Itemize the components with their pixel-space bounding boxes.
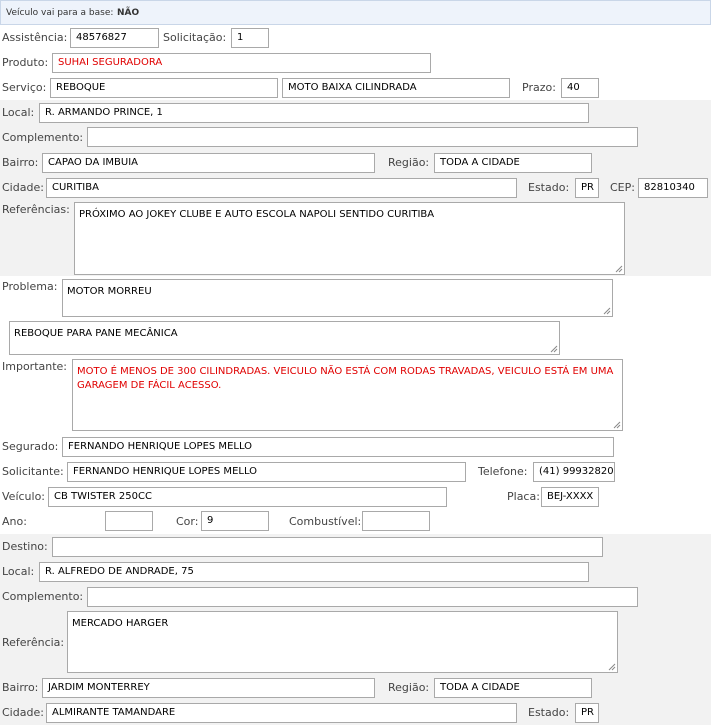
destino-estado-label: Estado:	[528, 706, 570, 719]
solicitacao-label: Solicitação:	[163, 31, 227, 44]
destino-estado-field[interactable]: PR	[575, 703, 599, 723]
problema-textarea[interactable]: MOTOR MORREU	[62, 279, 613, 317]
origem-local-field[interactable]: R. ARMANDO PRINCE, 1	[39, 103, 589, 123]
origem-complemento-label: Complemento:	[2, 131, 84, 144]
destino-bairro-label: Bairro:	[2, 681, 39, 694]
destino-regiao-field[interactable]: TODA A CIDADE	[434, 678, 592, 698]
solicitacao-field[interactable]: 1	[231, 28, 269, 48]
origem-estado-field[interactable]: PR	[575, 178, 599, 198]
segurado-field[interactable]: FERNANDO HENRIQUE LOPES MELLO	[62, 437, 614, 457]
origem-regiao-label: Região:	[388, 156, 430, 169]
origem-complemento-field[interactable]	[87, 127, 638, 147]
resize-grip-icon[interactable]	[608, 663, 616, 671]
cor-label: Cor:	[176, 515, 199, 528]
produto-label: Produto:	[2, 56, 49, 69]
destino-field[interactable]	[52, 537, 603, 557]
problema-label: Problema:	[2, 280, 58, 293]
base-status-value: NÃO	[117, 8, 140, 18]
origem-estado-label: Estado:	[528, 181, 570, 194]
problema-detail-textarea[interactable]: REBOQUE PARA PANE MECÂNICA	[9, 321, 560, 355]
servico-label: Serviço:	[2, 81, 47, 94]
origem-regiao-field[interactable]: TODA A CIDADE	[434, 153, 592, 173]
importante-label: Importante:	[2, 360, 68, 373]
problema-text: MOTOR MORREU	[67, 286, 152, 297]
origem-referencias-textarea[interactable]: PRÓXIMO AO JOKEY CLUBE E AUTO ESCOLA NAP…	[74, 202, 625, 275]
origem-cidade-field[interactable]: CURITIBA	[46, 178, 517, 198]
destino-bairro-field[interactable]: JARDIM MONTERREY	[42, 678, 375, 698]
resize-grip-icon[interactable]	[603, 307, 611, 315]
combustivel-field[interactable]	[362, 511, 430, 531]
destino-regiao-label: Região:	[388, 681, 430, 694]
telefone-field[interactable]: (41) 999328202	[533, 462, 615, 482]
destino-local-field[interactable]: R. ALFREDO DE ANDRADE, 75	[39, 562, 589, 582]
problema-detail-text: REBOQUE PARA PANE MECÂNICA	[14, 328, 178, 339]
prazo-field[interactable]: 40	[561, 78, 599, 98]
destino-local-label: Local:	[2, 565, 35, 578]
origem-cep-label: CEP:	[610, 181, 635, 194]
segurado-label: Segurado:	[2, 440, 59, 453]
produto-field[interactable]: SUHAI SEGURADORA	[52, 53, 431, 73]
origem-bairro-field[interactable]: CAPAO DA IMBUIA	[42, 153, 375, 173]
origem-local-label: Local:	[2, 106, 35, 119]
combustivel-label: Combustível:	[289, 515, 362, 528]
destino-complemento-label: Complemento:	[2, 590, 84, 603]
origem-bairro-label: Bairro:	[2, 156, 39, 169]
veiculo-label: Veículo:	[2, 490, 46, 503]
resize-grip-icon[interactable]	[550, 345, 558, 353]
assistencia-field[interactable]: 48576827	[70, 28, 159, 48]
destino-cidade-label: Cidade:	[2, 706, 44, 719]
prazo-label: Prazo:	[522, 81, 556, 94]
destino-referencia-textarea[interactable]: MERCADO HARGER	[67, 611, 618, 673]
resize-grip-icon[interactable]	[615, 265, 623, 273]
solicitante-field[interactable]: FERNANDO HENRIQUE LOPES MELLO	[67, 462, 466, 482]
origem-cidade-label: Cidade:	[2, 181, 44, 194]
destino-complemento-field[interactable]	[87, 587, 638, 607]
origem-cep-field[interactable]: 82810340	[638, 178, 708, 198]
destino-referencia-label: Referência:	[2, 636, 65, 649]
resize-grip-icon[interactable]	[613, 421, 621, 429]
importante-textarea[interactable]: MOTO É MENOS DE 300 CILINDRADAS. VEICULO…	[72, 359, 623, 431]
ano-field[interactable]	[105, 511, 153, 531]
origem-referencias-label: Referências:	[2, 203, 70, 216]
destino-referencia-text: MERCADO HARGER	[72, 618, 169, 629]
base-status-header: Veículo vai para a base: NÃO	[0, 0, 711, 25]
cor-field[interactable]: 9	[201, 511, 269, 531]
servico-detail-field[interactable]: MOTO BAIXA CILINDRADA	[282, 78, 510, 98]
telefone-label: Telefone:	[478, 465, 528, 478]
destino-label: Destino:	[2, 540, 48, 553]
origem-referencias-text: PRÓXIMO AO JOKEY CLUBE E AUTO ESCOLA NAP…	[79, 209, 435, 220]
servico-field[interactable]: REBOQUE	[50, 78, 278, 98]
assistencia-label: Assistência:	[2, 31, 68, 44]
placa-field[interactable]: BEJ-XXXX	[541, 487, 599, 507]
base-status-label: Veículo vai para a base:	[6, 8, 114, 18]
destino-cidade-field[interactable]: ALMIRANTE TAMANDARE	[46, 703, 517, 723]
placa-label: Placa:	[507, 490, 540, 503]
importante-text: MOTO É MENOS DE 300 CILINDRADAS. VEICULO…	[77, 366, 614, 391]
veiculo-field[interactable]: CB TWISTER 250CC	[48, 487, 447, 507]
solicitante-label: Solicitante:	[2, 465, 64, 478]
ano-label: Ano:	[2, 515, 27, 528]
